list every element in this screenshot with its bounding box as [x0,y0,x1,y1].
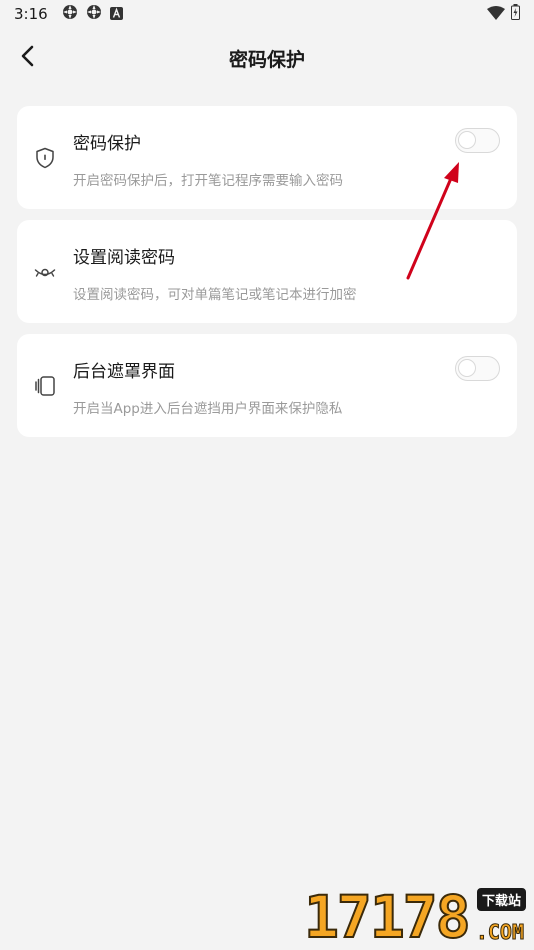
status-icons-left [62,4,123,24]
shield-icon [33,146,57,170]
header: 密码保护 [0,36,534,80]
toggle-knob [458,131,476,149]
back-button[interactable] [12,42,44,74]
status-time: 3:16 [14,5,48,23]
password-protect-card[interactable]: 密码保护 开启密码保护后，打开笔记程序需要输入密码 [17,106,517,209]
battery-icon [511,4,520,24]
page-title: 密码保护 [228,48,305,71]
card-title: 后台遮罩界面 [73,362,175,382]
background-mask-card[interactable]: 后台遮罩界面 开启当App进入后台遮挡用户界面来保护隐私 [17,334,517,437]
background-mask-toggle[interactable] [455,356,500,381]
card-description: 设置阅读密码，可对单篇笔记或笔记本进行加密 [73,287,357,303]
font-icon [109,5,123,24]
password-protect-toggle[interactable] [455,128,500,153]
gear-icon [62,4,78,24]
chevron-left-icon [20,45,36,71]
watermark-logo: 17178 下载站 .COM [303,883,530,950]
watermark-badge: 下载站 [476,888,526,911]
toggle-knob [458,359,476,377]
card-title: 密码保护 [73,134,141,154]
status-icons-right [487,4,520,24]
gear-icon [86,4,102,24]
reading-password-card[interactable]: 设置阅读密码 设置阅读密码，可对单篇笔记或笔记本进行加密 [17,220,517,323]
card-description: 开启当App进入后台遮挡用户界面来保护隐私 [73,401,343,417]
card-title: 设置阅读密码 [73,248,175,268]
eye-icon [33,260,57,284]
status-bar: 3:16 [0,0,534,28]
phone-layers-icon [33,374,57,398]
watermark-suffix: .COM [475,920,524,945]
watermark-digits: 17178 [303,883,472,950]
card-description: 开启密码保护后，打开笔记程序需要输入密码 [73,173,343,189]
wifi-icon [487,5,505,24]
